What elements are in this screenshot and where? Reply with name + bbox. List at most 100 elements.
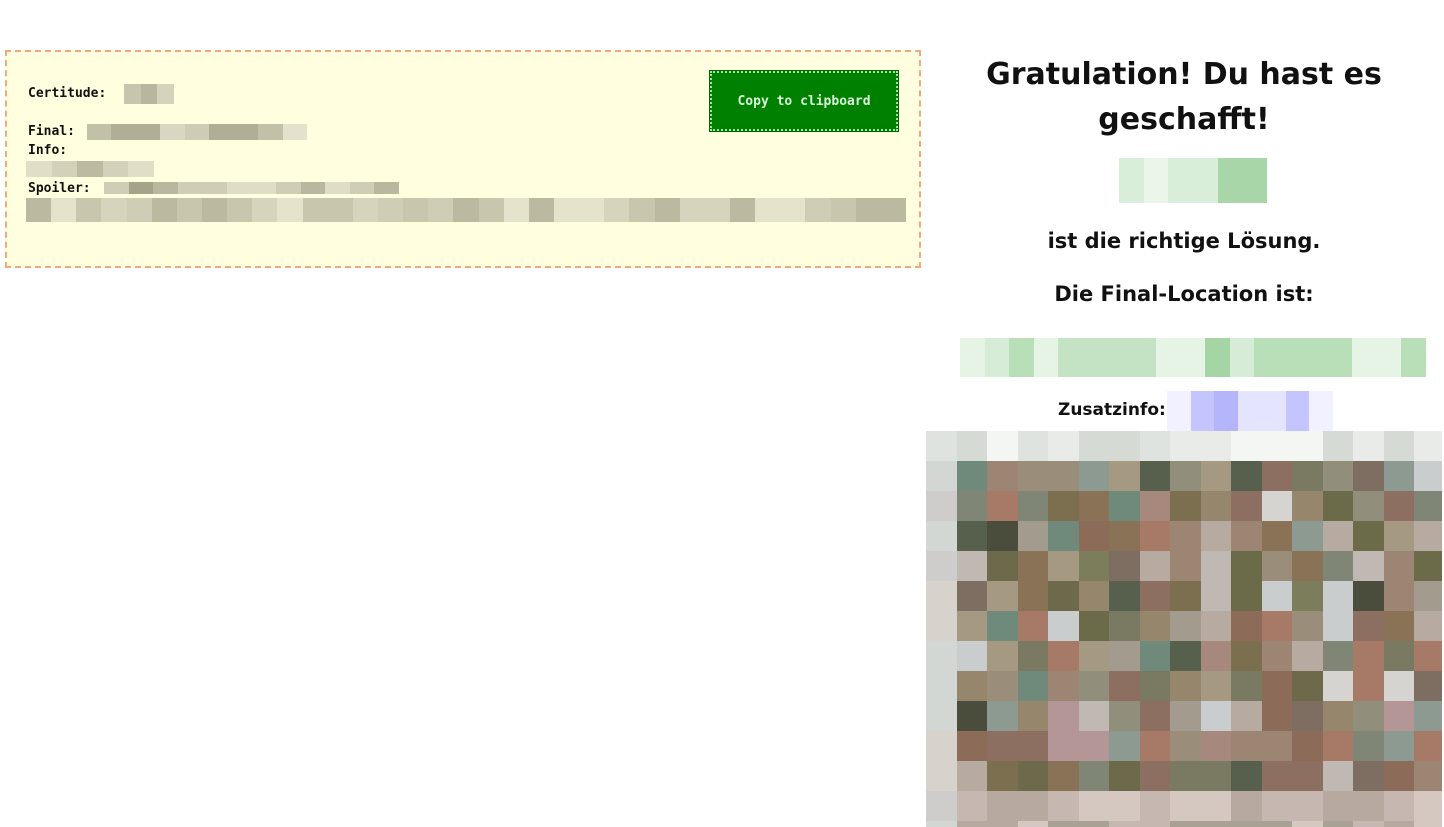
photo-pixel: [987, 671, 1018, 701]
redaction-pixel: [26, 198, 52, 222]
solution-word-redacted: [1119, 158, 1267, 203]
photo-pixel: [1353, 791, 1384, 821]
photo-pixel: [1383, 791, 1414, 821]
redaction-pixel: [209, 124, 234, 140]
redaction-pixel: [1303, 338, 1328, 377]
redaction-pixel: [553, 198, 580, 222]
photo-pixel: [1353, 731, 1384, 761]
final-location-label: Die Final-Location ist:: [1054, 282, 1314, 306]
redaction-pixel: [300, 182, 326, 194]
photo-pixel: [1322, 791, 1353, 821]
photo-pixel: [987, 551, 1018, 581]
photo-pixel: [1170, 521, 1201, 551]
photo-pixel: [1109, 761, 1140, 791]
photo-pixel: [926, 431, 957, 461]
final-value-redacted: [87, 124, 307, 140]
photo-pixel: [1048, 431, 1079, 461]
photo-pixel: [1109, 581, 1140, 611]
final-label: Final:: [28, 124, 75, 139]
photo-pixel: [1261, 671, 1292, 701]
redaction-pixel: [327, 198, 353, 222]
photo-pixel: [956, 611, 987, 641]
redaction-pixel: [1309, 391, 1333, 431]
photo-pixel: [1139, 581, 1170, 611]
photo-pixel: [956, 491, 987, 521]
photo-pixel: [1139, 671, 1170, 701]
redaction-pixel: [282, 124, 307, 140]
redaction-pixel: [1242, 158, 1267, 203]
photo-pixel: [987, 611, 1018, 641]
spoiler-value-redacted: [104, 182, 399, 194]
page: Certitude: Final: Info: Spoiler: Copy to…: [0, 0, 1444, 827]
redaction-pixel: [126, 198, 152, 222]
redaction-pixel: [302, 198, 328, 222]
extra-info-redacted: [1167, 391, 1333, 431]
photo-pixel: [926, 821, 957, 827]
redaction-pixel: [153, 182, 178, 194]
photo-pixel: [1017, 521, 1048, 551]
photo-pixel: [1414, 491, 1442, 521]
photo-pixel: [1200, 641, 1231, 671]
photo-pixel: [1322, 431, 1353, 461]
photo-pixel: [1292, 641, 1323, 671]
redaction-pixel: [1119, 158, 1144, 203]
photo-pixel: [1292, 731, 1323, 761]
photo-pixel: [1200, 701, 1231, 731]
photo-pixel: [1292, 701, 1323, 731]
photo-pixel: [1170, 731, 1201, 761]
photo-pixel: [1017, 731, 1048, 761]
redaction-pixel: [276, 182, 301, 194]
redaction-pixel: [325, 182, 350, 194]
photo-pixel: [1109, 491, 1140, 521]
photo-pixel: [1383, 701, 1414, 731]
copy-to-clipboard-button[interactable]: Copy to clipboard: [709, 70, 899, 132]
redaction-pixel: [1033, 338, 1059, 377]
redaction-pixel: [111, 124, 136, 140]
photo-pixel: [1353, 671, 1384, 701]
photo-pixel: [1109, 731, 1140, 761]
photo-pixel: [1048, 701, 1079, 731]
photo-pixel: [1139, 761, 1170, 791]
photo-pixel: [1261, 461, 1292, 491]
photo-pixel: [956, 431, 987, 461]
redaction-pixel: [1131, 338, 1157, 377]
redaction-pixel: [604, 198, 630, 222]
photo-pixel: [926, 581, 957, 611]
photo-pixel: [1017, 821, 1048, 827]
photo-pixel: [1383, 671, 1414, 701]
redaction-pixel: [201, 198, 228, 222]
photo-pixel: [926, 701, 957, 731]
redaction-pixel: [252, 198, 278, 222]
photo-pixel: [1109, 611, 1140, 641]
photo-pixel: [987, 761, 1018, 791]
redaction-pixel: [1352, 338, 1377, 377]
photo-pixel: [1322, 701, 1353, 731]
redaction-pixel: [104, 182, 129, 194]
redaction-pixel: [51, 161, 78, 177]
redaction-pixel: [349, 182, 375, 194]
redaction-pixel: [629, 198, 655, 222]
photo-pixel: [1322, 641, 1353, 671]
redaction-pixel: [160, 124, 185, 140]
photo-pixel: [1322, 581, 1353, 611]
redaction-pixel: [124, 84, 141, 104]
photo-pixel: [1261, 551, 1292, 581]
photo-pixel: [1017, 701, 1048, 731]
redaction-pixel: [1238, 391, 1262, 431]
photo-pixel: [1048, 791, 1079, 821]
photo-pixel: [1078, 731, 1109, 761]
photo-pixel: [926, 461, 957, 491]
redaction-pixel: [128, 182, 154, 194]
photo-pixel: [1414, 731, 1442, 761]
photo-pixel: [1200, 431, 1231, 461]
photo-pixel: [1231, 671, 1262, 701]
redaction-pixel: [478, 198, 504, 222]
photo-pixel: [1078, 461, 1109, 491]
photo-pixel: [1078, 821, 1109, 827]
photo-pixel: [1292, 491, 1323, 521]
photo-pixel: [1048, 521, 1079, 551]
photo-pixel: [1109, 671, 1140, 701]
photo-pixel: [1048, 761, 1079, 791]
photo-pixel: [1414, 461, 1442, 491]
photo-pixel: [926, 491, 957, 521]
